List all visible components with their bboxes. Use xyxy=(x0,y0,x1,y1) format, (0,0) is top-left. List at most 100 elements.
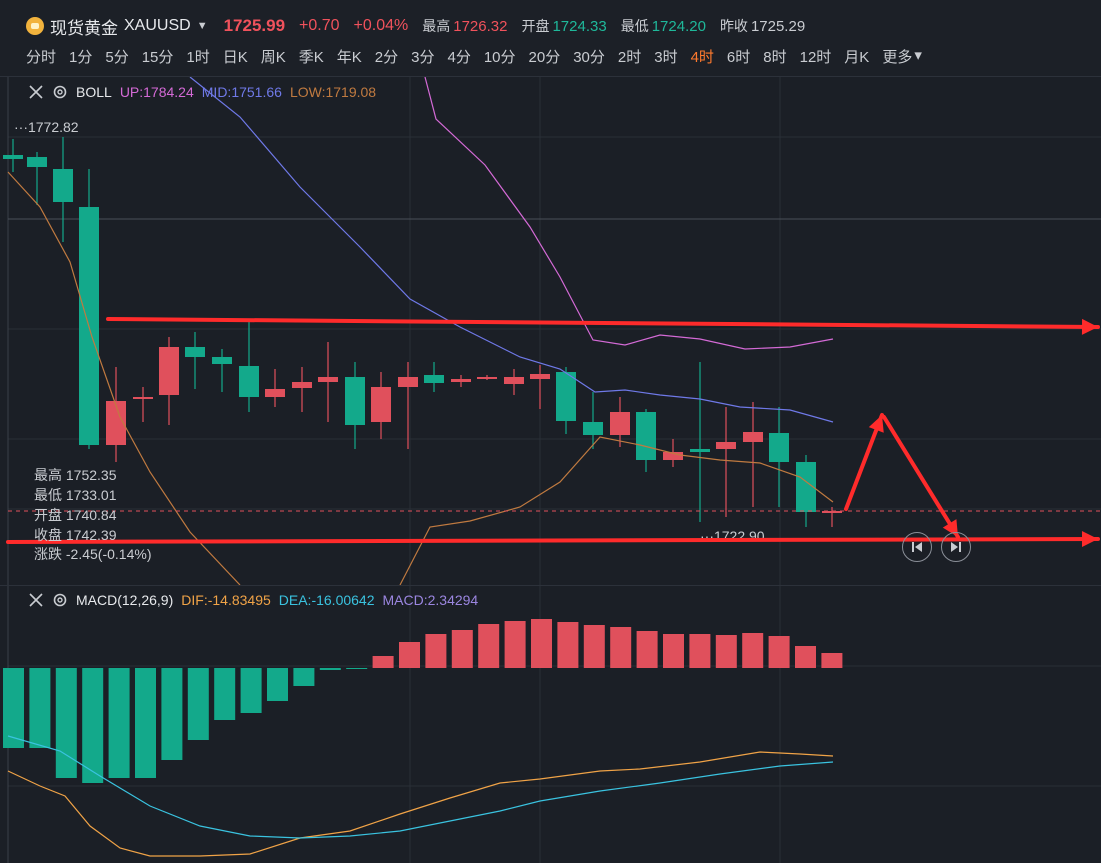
period-tab[interactable]: 日K xyxy=(223,46,248,67)
macd-panel: MACD(12,26,9) DIF:-14.83495 DEA:-16.0064… xyxy=(0,585,1101,863)
close-icon[interactable] xyxy=(28,592,44,608)
gold-coin-icon xyxy=(26,17,44,35)
boll-low-value: LOW:1719.08 xyxy=(289,84,377,100)
macd-dea-line xyxy=(7,735,834,839)
period-tab[interactable]: 8时 xyxy=(763,46,786,67)
macd-histogram-bar xyxy=(504,621,526,668)
period-tab[interactable]: 6时 xyxy=(727,46,750,67)
candle-body xyxy=(477,377,497,379)
candle-body xyxy=(133,397,153,399)
period-tab[interactable]: 分时 xyxy=(26,46,56,67)
ohlc-open: 开盘 1740.84 xyxy=(34,507,117,523)
macd-histogram-bar xyxy=(399,642,420,668)
price-change-pct: +0.04% xyxy=(353,17,409,34)
price-change: +0.70 xyxy=(299,17,340,34)
period-tab[interactable]: 10分 xyxy=(484,46,516,67)
candle-body xyxy=(690,449,710,452)
period-tab[interactable]: 30分 xyxy=(573,46,605,67)
resistance-arrow xyxy=(106,317,1100,329)
support-arrow-head xyxy=(1081,531,1098,548)
macd-histogram-bar xyxy=(55,668,77,778)
period-tab[interactable]: 年K xyxy=(337,46,362,67)
macd-histogram-bar xyxy=(425,634,447,668)
open-label: 开盘 xyxy=(521,18,550,34)
period-tab[interactable]: 3时 xyxy=(654,46,677,67)
period-tab[interactable]: 2时 xyxy=(618,46,641,67)
candle-body xyxy=(3,155,23,159)
chevron-down-icon[interactable]: ▼ xyxy=(197,20,208,32)
period-tab[interactable]: 3分 xyxy=(411,46,434,67)
main-chart-panel: ···1772.82 ···1722.90 BOLL UP:1784.24 MID… xyxy=(0,76,1101,585)
period-tab[interactable]: 2分 xyxy=(375,46,398,67)
chevron-down-icon[interactable]: ▾ xyxy=(914,46,922,67)
macd-histogram-bar xyxy=(531,619,552,668)
candle-body xyxy=(398,377,418,387)
macd-histogram-bar xyxy=(768,636,790,668)
candle-body xyxy=(610,412,630,435)
period-tab[interactable]: 更多 xyxy=(882,46,912,67)
macd-macd-value: MACD:2.34294 xyxy=(382,592,479,608)
candlestick-chart[interactable]: ···1772.82···1722.90 xyxy=(0,77,1101,585)
macd-histogram-bar xyxy=(319,668,341,670)
resistance-arrow-head xyxy=(1081,318,1098,335)
macd-histogram-bar xyxy=(372,656,394,668)
title-row: 现货黄金 XAUUSD ▼ 1725.99 +0.70 +0.04% 最高 17… xyxy=(26,14,806,39)
candle-body xyxy=(424,375,444,383)
period-tab[interactable]: 季K xyxy=(299,46,324,67)
boll-up-value: UP:1784.24 xyxy=(119,84,194,100)
macd-histogram-bar xyxy=(557,622,579,668)
period-tab[interactable]: 周K xyxy=(261,46,286,67)
macd-histogram-bar xyxy=(108,668,130,778)
macd-histogram-bar xyxy=(478,624,500,668)
candle-body xyxy=(27,157,47,167)
macd-chart[interactable] xyxy=(0,586,1101,863)
scroll-forward-button[interactable] xyxy=(941,532,971,562)
close-icon[interactable] xyxy=(28,84,44,100)
instrument-symbol[interactable]: XAUUSD xyxy=(124,17,191,35)
candle-body xyxy=(583,422,603,435)
candle-body xyxy=(371,387,391,422)
prev-close-value: 1725.29 xyxy=(750,17,806,35)
candle-body xyxy=(159,347,179,395)
scroll-back-button[interactable] xyxy=(902,532,932,562)
low-label: 最低 xyxy=(620,18,649,34)
period-tab[interactable]: 5分 xyxy=(105,46,128,67)
macd-histogram-bar xyxy=(187,668,209,740)
candle-body xyxy=(318,377,338,382)
boll-mid-value: MID:1751.66 xyxy=(201,84,282,100)
open-value: 1724.33 xyxy=(552,17,607,35)
candle-body xyxy=(504,377,524,384)
max-price-label: ···1772.82 xyxy=(14,119,79,135)
macd-histogram-bar xyxy=(689,634,711,668)
period-tab[interactable]: 20分 xyxy=(529,46,561,67)
macd-histogram-bar xyxy=(135,668,156,778)
high-label: 最高 xyxy=(422,18,451,34)
candle-body xyxy=(556,372,576,421)
period-tab[interactable]: 4时 xyxy=(691,46,714,67)
settings-icon[interactable] xyxy=(52,84,68,100)
period-tab[interactable]: 12时 xyxy=(800,46,832,67)
macd-histogram-bar xyxy=(293,668,315,686)
macd-histogram-bar xyxy=(29,668,51,748)
macd-histogram-bar xyxy=(214,668,236,720)
period-tab[interactable]: 1分 xyxy=(69,46,92,67)
period-tab[interactable]: 4分 xyxy=(447,46,470,67)
macd-histogram-bar xyxy=(82,668,104,783)
period-tab[interactable]: 15分 xyxy=(142,46,174,67)
instrument-name[interactable]: 现货黄金 xyxy=(50,14,118,39)
macd-histogram-bar xyxy=(161,668,183,760)
period-tab[interactable]: 1时 xyxy=(186,46,209,67)
ohlc-close: 收盘 1742.39 xyxy=(34,527,117,543)
macd-histogram-bar xyxy=(742,633,764,668)
candle-body xyxy=(265,389,285,397)
period-tab[interactable]: 月K xyxy=(844,46,869,67)
macd-histogram-bar xyxy=(240,668,262,713)
candle-body xyxy=(716,442,736,449)
candle-body xyxy=(345,377,365,425)
candle-body xyxy=(292,382,312,388)
forecast-down-arrow xyxy=(882,415,960,539)
macd-histogram-bar xyxy=(795,646,816,668)
prev-close-label: 昨收 xyxy=(719,18,748,34)
candle-body xyxy=(53,169,73,202)
settings-icon[interactable] xyxy=(52,592,68,608)
